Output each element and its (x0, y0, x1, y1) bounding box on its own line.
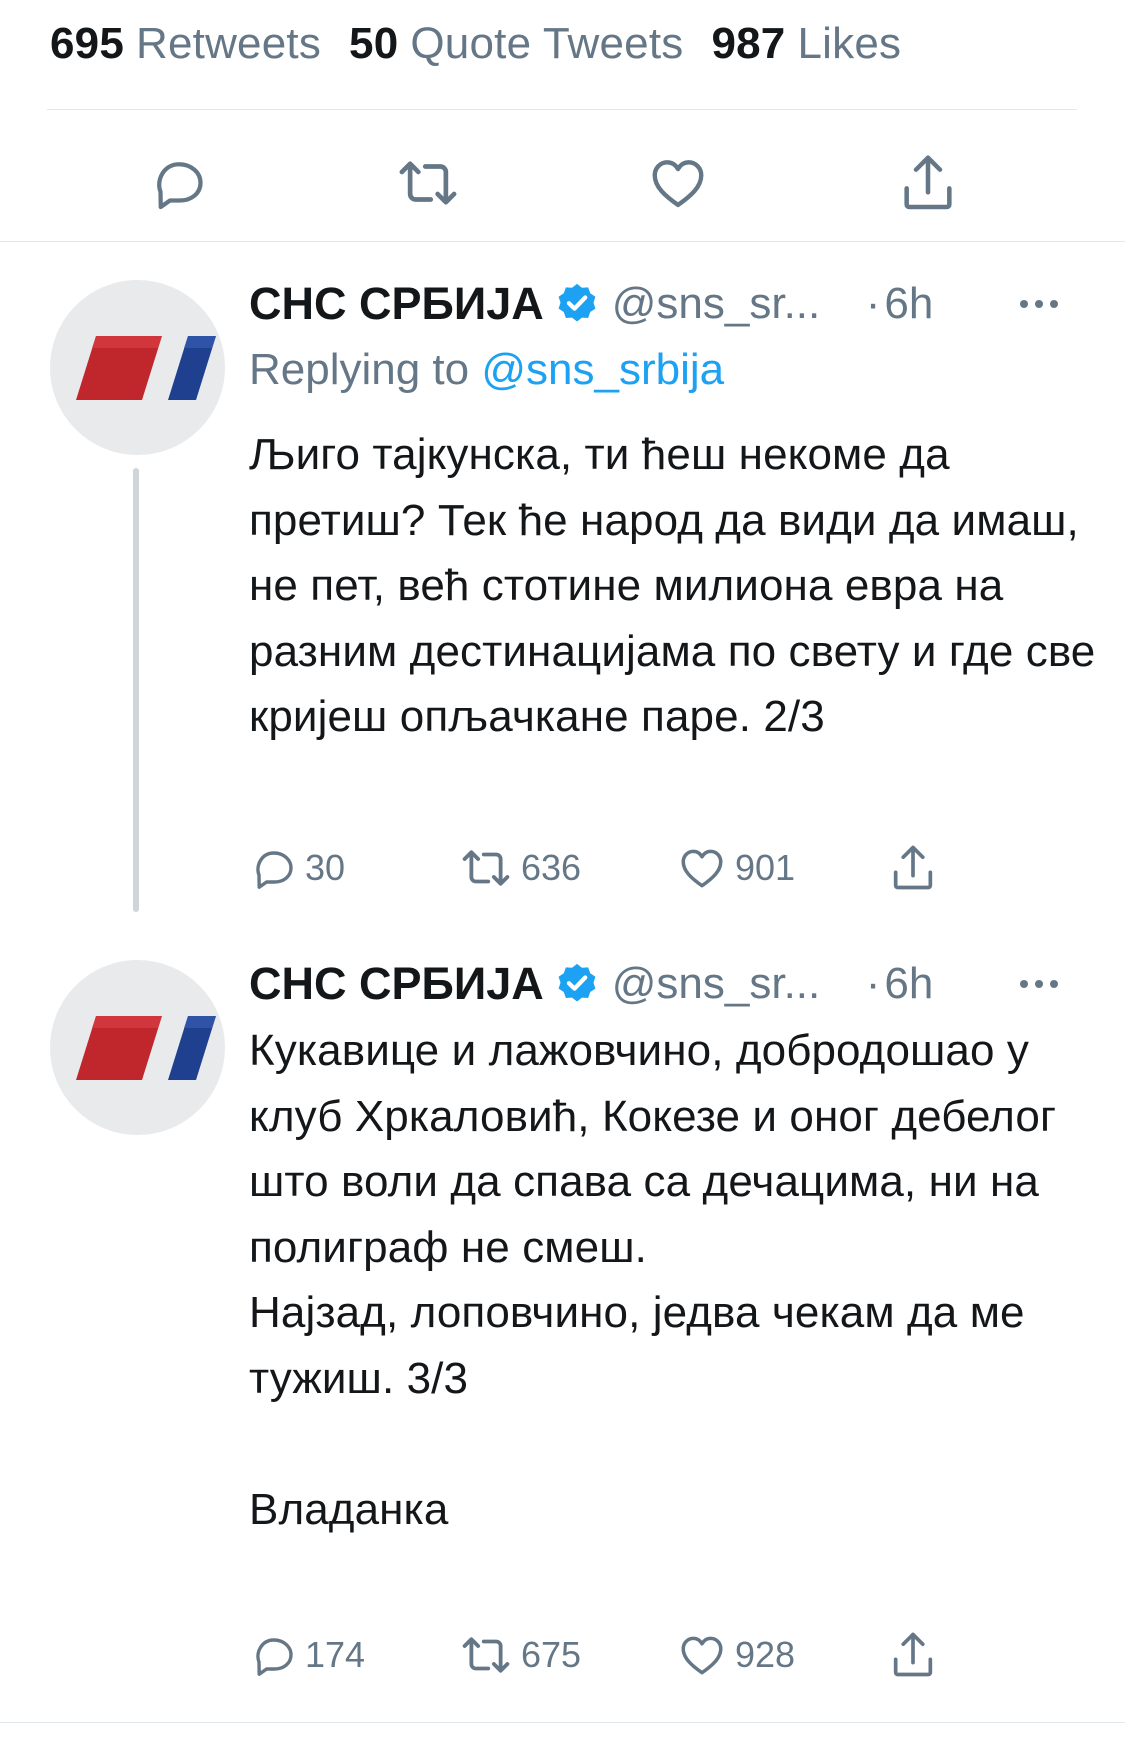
like-count: 901 (735, 847, 796, 888)
quote-tweets-stat[interactable]: 50 Quote Tweets (349, 19, 683, 69)
reply-icon (157, 162, 203, 210)
tweet-text: Љиго тајкунска, ти ћеш некоме да претиш?… (249, 430, 1108, 741)
retweet-count: 675 (521, 1634, 582, 1675)
main-tweet-actions (0, 138, 1125, 228)
reply-count: 30 (305, 847, 346, 888)
tweet-header: СНС СРБИЈА @sns_sr... · 6h (249, 272, 1089, 336)
sns-logo (76, 1016, 216, 1080)
main-share-button[interactable] (883, 138, 973, 228)
main-reply-button[interactable] (133, 138, 223, 228)
retweet-count: 636 (521, 847, 582, 888)
quote-tweets-label: Quote Tweets (410, 19, 684, 68)
replying-to-label: Replying to (249, 345, 470, 394)
tweet-text: Кукавице и лажовчино, добродошао у клуб … (249, 1026, 1057, 1534)
separator-dot: · (865, 959, 881, 1008)
more-icon (1020, 980, 1058, 988)
retweet-button[interactable]: 675 (459, 1625, 581, 1685)
timestamp[interactable]: 6h (884, 279, 933, 329)
reply-icon (256, 1638, 293, 1676)
tweet-actions: 30 636 901 (249, 838, 969, 898)
main-like-button[interactable] (633, 138, 723, 228)
reply-icon (256, 851, 293, 889)
quote-tweets-count: 50 (349, 19, 399, 68)
like-button[interactable]: 928 (677, 1625, 795, 1685)
divider (0, 241, 1125, 242)
retweets-stat[interactable]: 695 Retweets (50, 19, 321, 69)
reply-button[interactable]: 30 (249, 838, 345, 898)
divider (0, 1722, 1125, 1723)
replying-to: Replying to @sns_srbija (249, 345, 724, 395)
retweets-label: Retweets (136, 19, 322, 68)
likes-count: 987 (711, 19, 786, 68)
share-icon (904, 155, 952, 210)
share-icon (893, 845, 933, 890)
handle[interactable]: @sns_sr... (612, 959, 852, 1009)
likes-stat[interactable]: 987 Likes (711, 19, 901, 69)
reply-count: 174 (305, 1634, 366, 1675)
like-icon (681, 849, 723, 888)
retweet-icon (399, 161, 457, 205)
handle[interactable]: @sns_sr... (612, 279, 852, 329)
more-icon (1020, 300, 1058, 308)
display-name[interactable]: СНС СРБИЈА (249, 278, 544, 330)
share-icon (893, 1632, 933, 1677)
main-retweet-button[interactable] (383, 138, 473, 228)
retweet-icon (462, 850, 510, 886)
verified-badge-icon (554, 961, 600, 1007)
engagement-stats: 695 Retweets 50 Quote Tweets 987 Likes (50, 14, 929, 74)
retweets-count: 695 (50, 19, 125, 68)
tweet-actions: 174 675 928 (249, 1625, 969, 1685)
more-options-button[interactable] (1007, 276, 1071, 332)
avatar[interactable] (50, 280, 225, 455)
like-count: 928 (735, 1634, 796, 1675)
more-options-button[interactable] (1007, 956, 1071, 1012)
share-button[interactable] (887, 838, 939, 898)
timestamp[interactable]: 6h (884, 959, 933, 1009)
tweet-header: СНС СРБИЈА @sns_sr... · 6h (249, 952, 1089, 1016)
likes-label: Likes (797, 19, 902, 68)
retweet-icon (462, 1637, 510, 1673)
verified-badge-icon (554, 281, 600, 327)
like-icon (652, 160, 704, 208)
like-icon (681, 1636, 723, 1675)
thread-connector-line (133, 468, 139, 912)
retweet-button[interactable]: 636 (459, 838, 581, 898)
divider (47, 109, 1077, 110)
share-button[interactable] (887, 1625, 939, 1685)
replying-to-handle-link[interactable]: @sns_srbija (481, 345, 724, 394)
separator-dot: · (865, 279, 881, 328)
display-name[interactable]: СНС СРБИЈА (249, 958, 544, 1010)
like-button[interactable]: 901 (677, 838, 795, 898)
sns-logo (76, 336, 216, 400)
reply-button[interactable]: 174 (249, 1625, 365, 1685)
avatar[interactable] (50, 960, 225, 1135)
